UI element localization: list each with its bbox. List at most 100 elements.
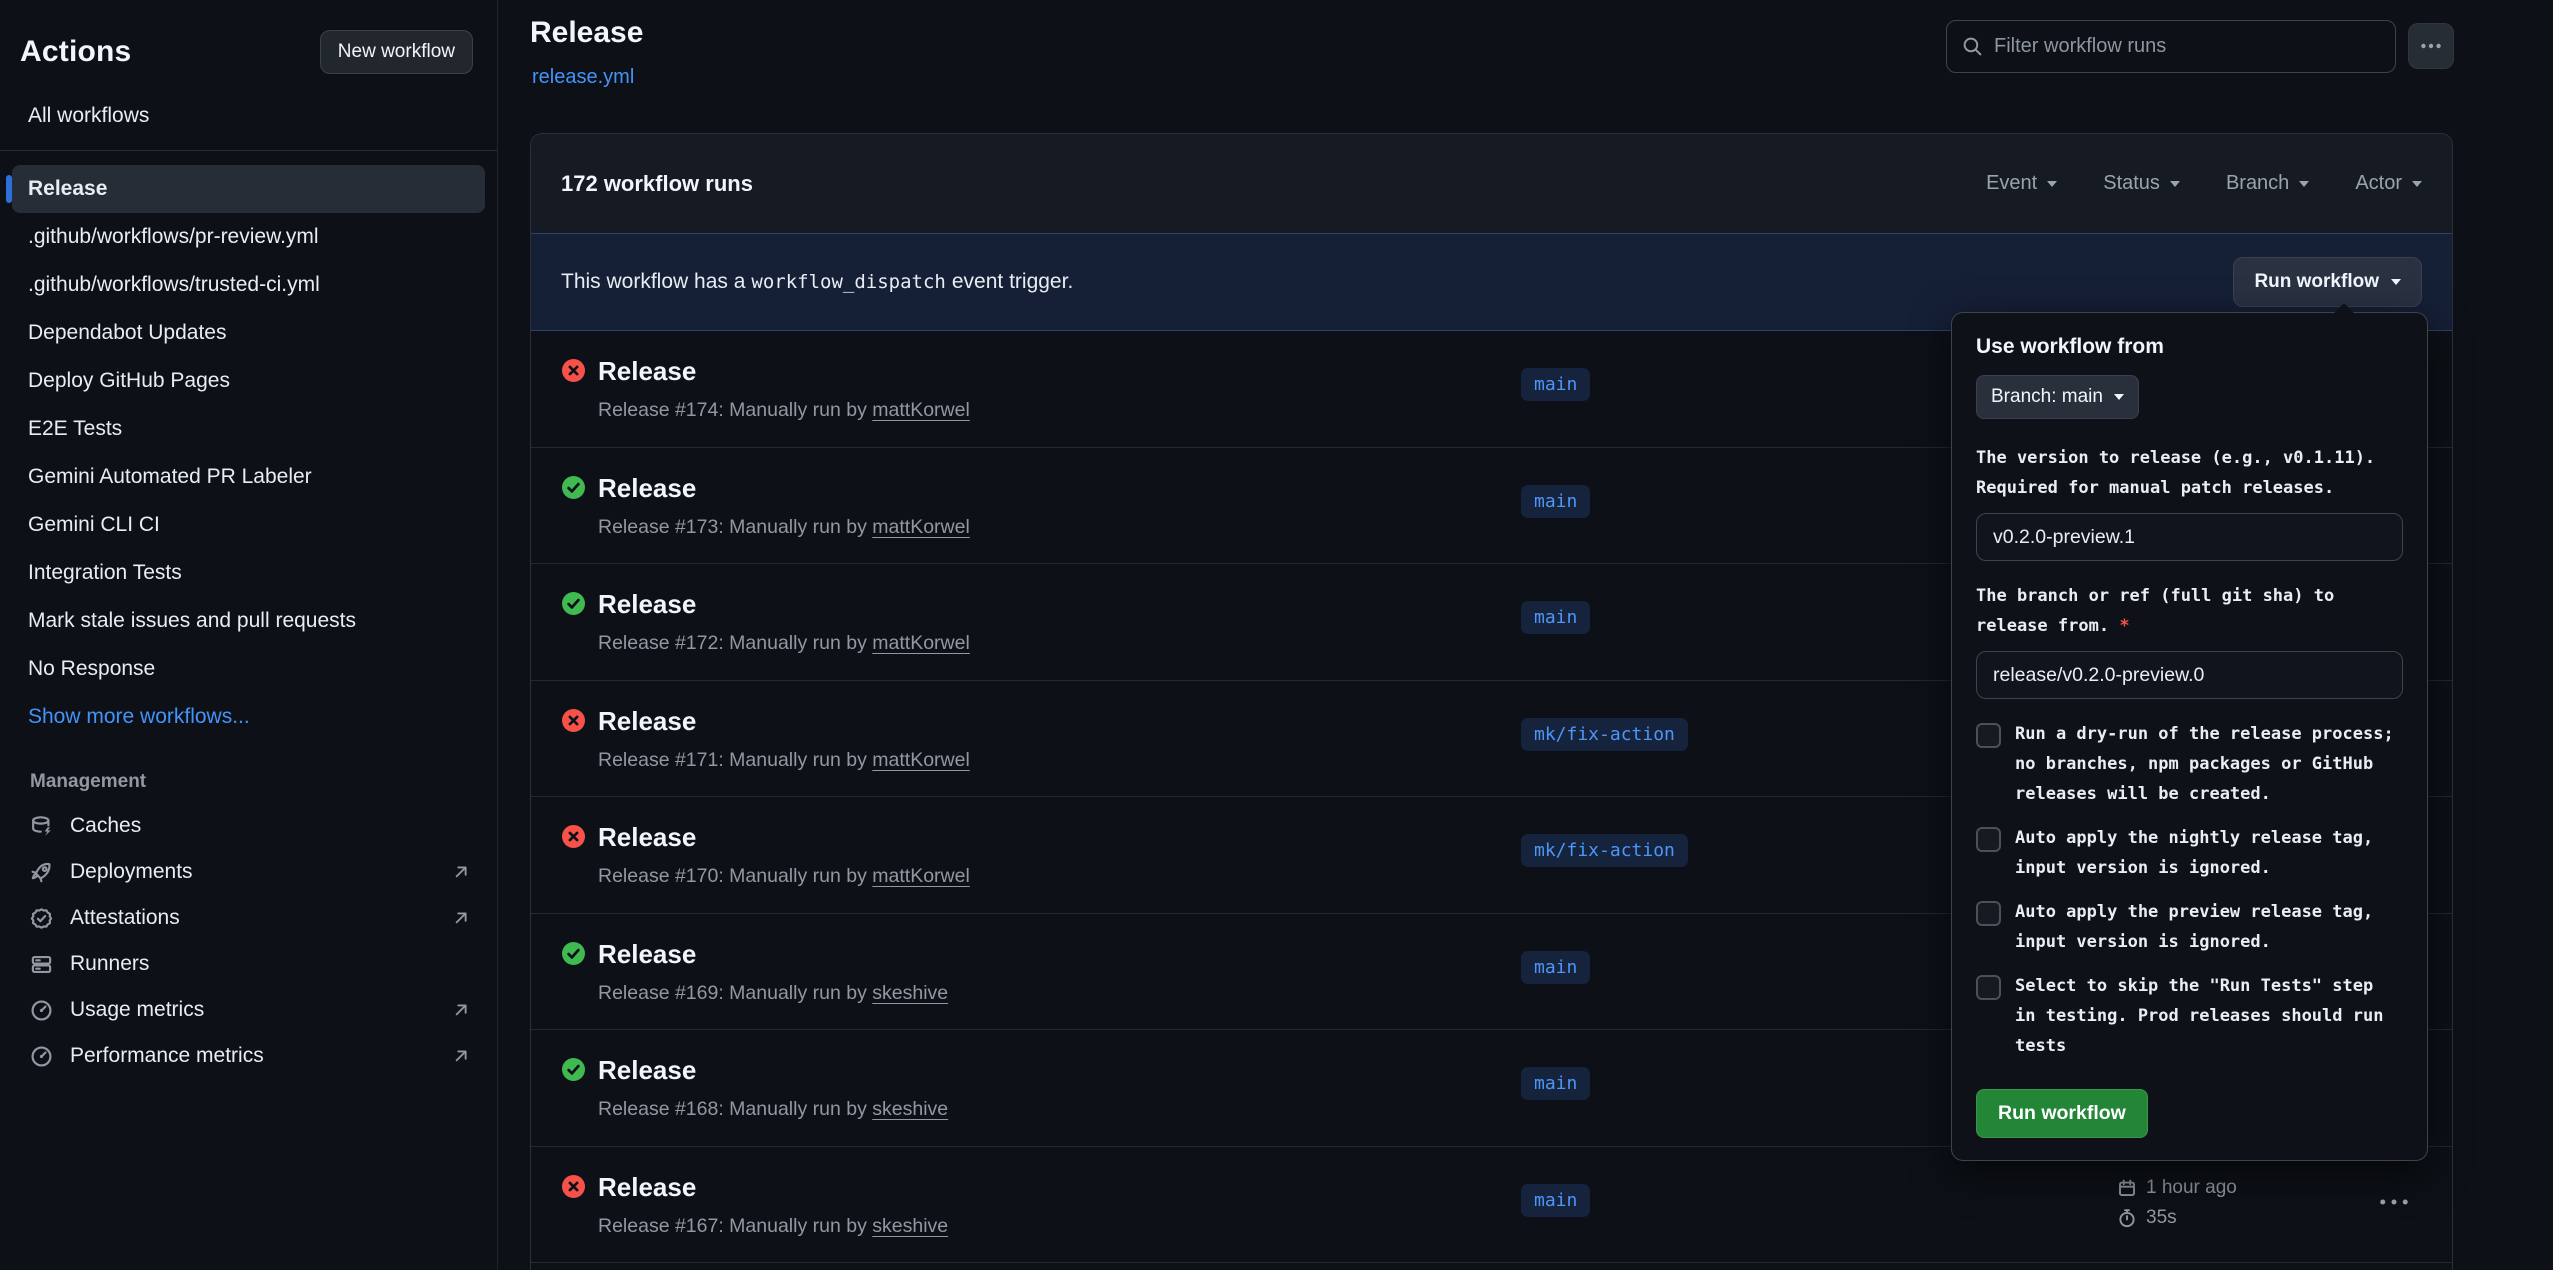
dispatch-options-list: Run a dry-run of the release process; no… <box>1976 719 2403 1061</box>
management-item-label: Caches <box>70 814 141 838</box>
sidebar-item-workflow-9[interactable]: Mark stale issues and pull requests <box>12 597 485 645</box>
branch-badge[interactable]: main <box>1521 1184 1590 1217</box>
filter-label: Branch <box>2226 172 2289 195</box>
branch-badge[interactable]: main <box>1521 485 1590 518</box>
run-title[interactable]: Release <box>598 356 696 387</box>
actor-link[interactable]: skeshive <box>872 982 948 1004</box>
sidebar-item-attestations[interactable]: Attestations <box>0 895 497 941</box>
checkbox-label[interactable]: Auto apply the preview release tag, inpu… <box>2015 897 2403 957</box>
arrow-up-right-icon <box>451 908 471 928</box>
branch-badge[interactable]: mk/fix-action <box>1521 718 1688 751</box>
ref-input[interactable] <box>1976 651 2403 699</box>
check-circle-fill-icon <box>562 942 585 965</box>
runs-panel-header: 172 workflow runs Event Status Branch Actor <box>531 134 2452 233</box>
workflow-options-button[interactable] <box>2408 23 2454 69</box>
branch-select-button[interactable]: Branch: main <box>1976 375 2139 419</box>
filter-workflow-runs-input[interactable]: Filter workflow runs <box>1946 20 2396 73</box>
search-icon <box>1962 36 1983 57</box>
actor-link[interactable]: skeshive <box>872 1215 948 1237</box>
sidebar-item-all-workflows[interactable]: All workflows <box>0 98 497 150</box>
run-title[interactable]: Release <box>598 589 696 620</box>
sidebar-item-workflow-3[interactable]: Dependabot Updates <box>12 309 485 357</box>
actor-link[interactable]: skeshive <box>872 1098 948 1120</box>
run-duration: 35s <box>2146 1203 2177 1233</box>
ref-description-text: The branch or ref (full git sha) to rele… <box>1976 586 2334 636</box>
workflow-file-link[interactable]: release.yml <box>532 66 634 89</box>
filter-dropdown-event[interactable]: Event <box>1986 172 2057 195</box>
new-workflow-button[interactable]: New workflow <box>320 30 473 74</box>
run-workflow-submit-button[interactable]: Run workflow <box>1976 1089 2148 1138</box>
actor-link[interactable]: mattKorwel <box>872 865 970 887</box>
sidebar-item-workflow-10[interactable]: No Response <box>12 645 485 693</box>
management-section-label: Management <box>30 771 497 793</box>
x-circle-fill-icon <box>562 359 585 382</box>
sidebar-item-usage-metrics[interactable]: Usage metrics <box>0 987 497 1033</box>
sidebar-item-caches[interactable]: Caches <box>0 803 497 849</box>
sidebar-item-performance-metrics[interactable]: Performance metrics <box>0 1033 497 1079</box>
run-meta: 1 hour ago35s <box>2117 1173 2237 1233</box>
checkbox-label[interactable]: Select to skip the "Run Tests" step in t… <box>2015 971 2403 1061</box>
verified-badge-icon <box>30 907 53 930</box>
sidebar-item-workflow-6[interactable]: Gemini Automated PR Labeler <box>12 453 485 501</box>
run-description: Release #172: Manually run by mattKorwel <box>598 632 970 655</box>
run-title[interactable]: Release <box>598 706 696 737</box>
runs-count: 172 workflow runs <box>561 171 753 197</box>
checkbox[interactable] <box>1976 827 2001 852</box>
version-input[interactable] <box>1976 513 2403 561</box>
branch-badge[interactable]: main <box>1521 1067 1590 1100</box>
run-workflow-dropdown-label: Run workflow <box>2254 271 2379 293</box>
sidebar-item-workflow-4[interactable]: Deploy GitHub Pages <box>12 357 485 405</box>
branch-badge[interactable]: main <box>1521 601 1590 634</box>
rocket-icon <box>30 861 53 884</box>
sidebar-item-runners[interactable]: Runners <box>0 941 497 987</box>
stopwatch-icon <box>2117 1208 2137 1228</box>
management-item-label: Usage metrics <box>70 998 204 1022</box>
kebab-horizontal-icon <box>2420 35 2442 57</box>
filter-dropdown-branch[interactable]: Branch <box>2226 172 2309 195</box>
check-circle-fill-icon <box>562 1058 585 1081</box>
actor-link[interactable]: mattKorwel <box>872 399 970 421</box>
actions-sidebar: Actions New workflow All workflows Relea… <box>0 0 498 1270</box>
sidebar-item-workflow-8[interactable]: Integration Tests <box>12 549 485 597</box>
run-description: Release #173: Manually run by mattKorwel <box>598 516 970 539</box>
sidebar-item-workflow-11[interactable]: Show more workflows... <box>12 693 485 741</box>
dispatch-panel-heading: Use workflow from <box>1976 335 2403 359</box>
management-item-label: Performance metrics <box>70 1044 264 1068</box>
x-circle-fill-icon <box>562 709 585 732</box>
run-title[interactable]: Release <box>598 473 696 504</box>
checkbox[interactable] <box>1976 901 2001 926</box>
filter-dropdown-status[interactable]: Status <box>2103 172 2180 195</box>
arrow-up-right-icon <box>451 862 471 882</box>
workflow-run-row[interactable]: Release Release #167: Manually run by ske… <box>531 1147 2452 1264</box>
sidebar-item-workflow-7[interactable]: Gemini CLI CI <box>12 501 485 549</box>
run-workflow-dropdown-button[interactable]: Run workflow <box>2233 257 2422 307</box>
actor-link[interactable]: mattKorwel <box>872 632 970 654</box>
checkbox[interactable] <box>1976 975 2001 1000</box>
branch-badge[interactable]: main <box>1521 951 1590 984</box>
sidebar-item-workflow-2[interactable]: .github/workflows/trusted-ci.yml <box>12 261 485 309</box>
meter-icon <box>30 999 53 1022</box>
run-title[interactable]: Release <box>598 1172 696 1203</box>
banner-code: workflow_dispatch <box>751 271 945 293</box>
run-options-button[interactable] <box>2379 1195 2409 1215</box>
checkbox-label[interactable]: Auto apply the nightly release tag, inpu… <box>2015 823 2403 883</box>
run-title[interactable]: Release <box>598 822 696 853</box>
run-description: Release #170: Manually run by mattKorwel <box>598 865 970 888</box>
dispatch-option-1: Auto apply the nightly release tag, inpu… <box>1976 823 2403 883</box>
run-description: Release #167: Manually run by skeshive <box>598 1215 948 1238</box>
kebab-horizontal-icon <box>2379 1195 2409 1209</box>
checkbox[interactable] <box>1976 723 2001 748</box>
actor-link[interactable]: mattKorwel <box>872 516 970 538</box>
actor-link[interactable]: mattKorwel <box>872 749 970 771</box>
filter-dropdown-actor[interactable]: Actor <box>2355 172 2422 195</box>
run-title[interactable]: Release <box>598 939 696 970</box>
sidebar-item-workflow-0[interactable]: Release <box>12 165 485 213</box>
sidebar-item-workflow-5[interactable]: E2E Tests <box>12 405 485 453</box>
branch-badge[interactable]: main <box>1521 368 1590 401</box>
run-title[interactable]: Release <box>598 1055 696 1086</box>
dispatch-option-3: Select to skip the "Run Tests" step in t… <box>1976 971 2403 1061</box>
sidebar-item-deployments[interactable]: Deployments <box>0 849 497 895</box>
branch-badge[interactable]: mk/fix-action <box>1521 834 1688 867</box>
sidebar-item-workflow-1[interactable]: .github/workflows/pr-review.yml <box>12 213 485 261</box>
checkbox-label[interactable]: Run a dry-run of the release process; no… <box>2015 719 2403 809</box>
